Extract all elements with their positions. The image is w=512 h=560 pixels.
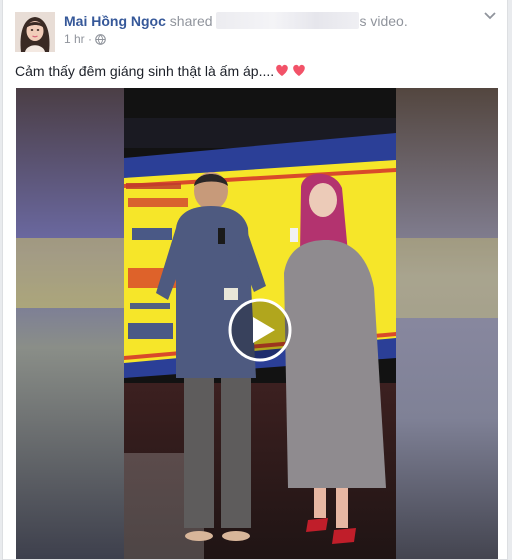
action-prefix: shared xyxy=(169,13,213,29)
author-name[interactable]: Mai Hồng Ngọc xyxy=(64,13,166,29)
post-meta: 1 hr · xyxy=(64,32,107,48)
play-icon[interactable] xyxy=(228,298,292,362)
video-player[interactable] xyxy=(16,88,498,559)
chevron-down-icon[interactable] xyxy=(481,8,499,24)
feed-post: Mai Hồng Ngọc shared s video. 1 hr · Cảm… xyxy=(2,0,508,560)
meta-separator: · xyxy=(88,32,93,46)
post-text: Cảm thấy đêm giáng sinh thật là ấm áp...… xyxy=(15,63,275,79)
post-header: Mai Hồng Ngọc shared s video. xyxy=(64,12,484,30)
post-time[interactable]: 1 hr xyxy=(64,32,85,46)
avatar[interactable] xyxy=(15,12,55,52)
redacted-name xyxy=(216,12,360,29)
heart-icon xyxy=(274,62,308,83)
post-message: Cảm thấy đêm giáng sinh thật là ấm áp...… xyxy=(15,61,495,83)
action-suffix: s video. xyxy=(359,13,408,29)
globe-icon[interactable] xyxy=(95,34,107,48)
